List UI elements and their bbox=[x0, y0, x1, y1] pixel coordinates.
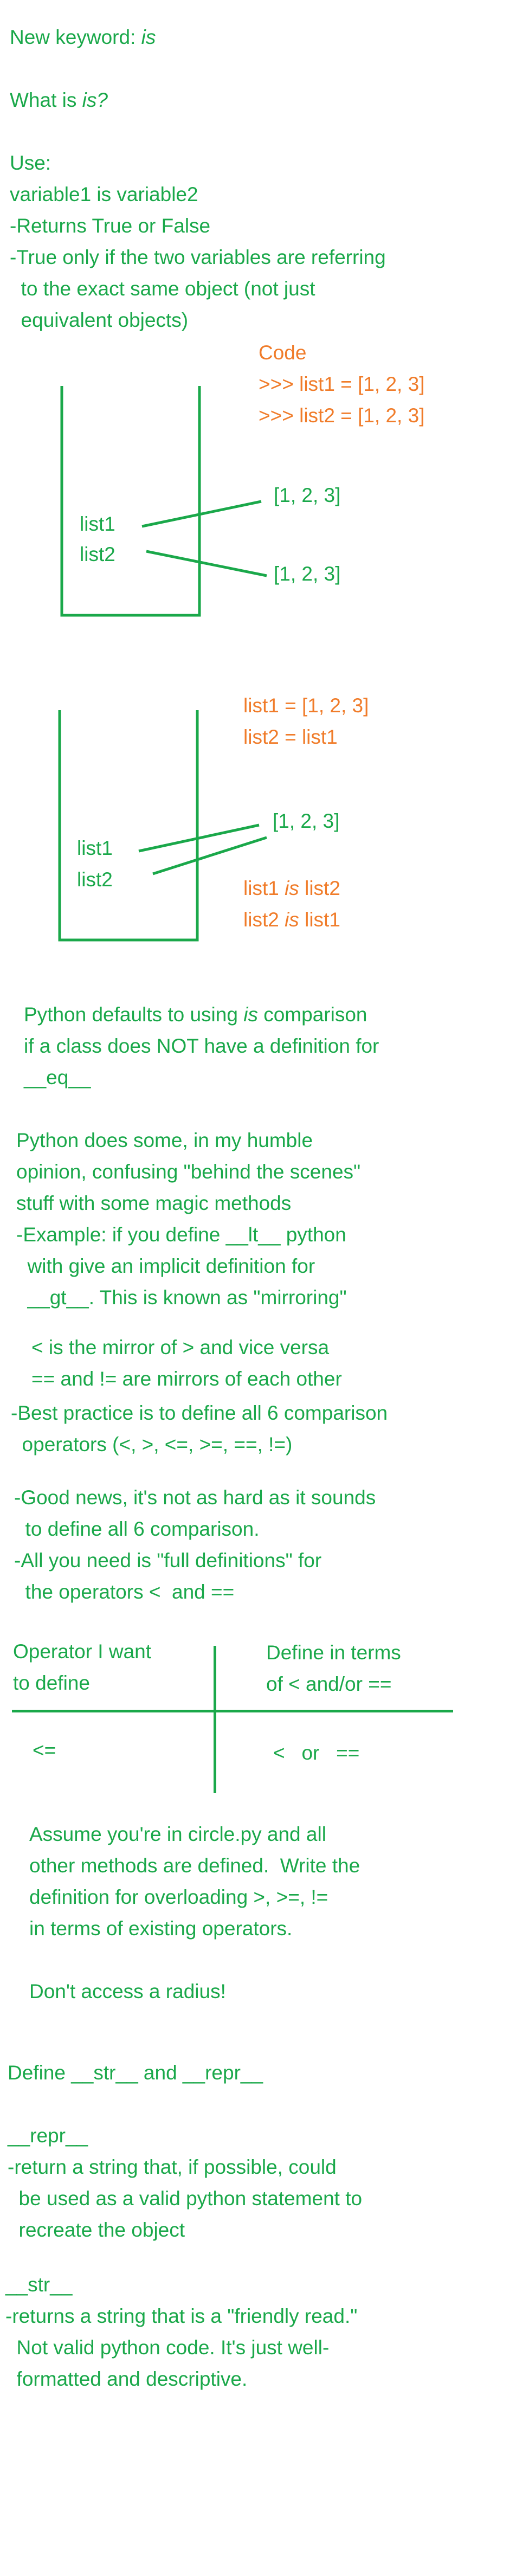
exercise-line: Assume you're in circle.py and all bbox=[29, 1823, 326, 1845]
mirror-line: < is the mirror of > and vice versa bbox=[31, 1336, 330, 1358]
repr-title: __repr__ bbox=[8, 2124, 88, 2147]
object-label: [1, 2, 3] bbox=[273, 810, 340, 832]
str-title: __str__ bbox=[5, 2274, 73, 2296]
magic-line: -Example: if you define __lt__ python bbox=[16, 1223, 346, 1246]
magic-line: opinion, confusing "behind the scenes" bbox=[16, 1161, 361, 1183]
variable-box bbox=[58, 710, 199, 942]
reference-arrow bbox=[138, 823, 260, 853]
repr-line: -return a string that, if possible, coul… bbox=[8, 2156, 337, 2178]
exercise-line: other methods are defined. Write the bbox=[29, 1854, 360, 1877]
table-header-right: Define in terms bbox=[266, 1641, 401, 1664]
str-line: Not valid python code. It's just well- bbox=[5, 2336, 330, 2359]
str-repr-heading: Define __str__ and __repr__ bbox=[8, 2062, 263, 2084]
exercise-line: in terms of existing operators. bbox=[29, 1917, 293, 1940]
table-column-divider bbox=[214, 1646, 216, 1793]
is-result-line: list1 is list2 bbox=[243, 877, 340, 899]
exercise-line: definition for overloading >, >=, != bbox=[29, 1886, 328, 1908]
good-news-line: -Good news, it's not as hard as it sound… bbox=[14, 1486, 376, 1509]
variable-label: list2 bbox=[77, 868, 113, 891]
best-practice-line: -Best practice is to define all 6 compar… bbox=[11, 1402, 388, 1424]
table-header-left: Operator I want bbox=[13, 1640, 152, 1663]
defaults-line: Python defaults to using is comparison bbox=[24, 1003, 367, 1026]
exercise-note: Don't access a radius! bbox=[29, 1980, 226, 2002]
mirror-line: == and != are mirrors of each other bbox=[31, 1368, 342, 1390]
repr-line: recreate the object bbox=[8, 2219, 185, 2241]
table-header-left: to define bbox=[13, 1672, 90, 1694]
table-header-divider bbox=[12, 1710, 453, 1712]
defaults-line: if a class does NOT have a definition fo… bbox=[24, 1035, 379, 1057]
table-cell-definition: < or == bbox=[273, 1742, 360, 1764]
table-cell-operator: <= bbox=[33, 1739, 56, 1761]
magic-line: Python does some, in my humble bbox=[16, 1129, 313, 1151]
repr-line: be used as a valid python statement to bbox=[8, 2187, 363, 2210]
best-practice-line: operators (<, >, <=, >=, ==, !=) bbox=[11, 1433, 293, 1456]
good-news-line: -All you need is "full definitions" for bbox=[14, 1549, 322, 1572]
magic-line: __gt__. This is known as "mirroring" bbox=[16, 1286, 347, 1309]
good-news-line: the operators < and == bbox=[14, 1581, 235, 1603]
is-result-line: list2 is list1 bbox=[243, 909, 340, 931]
str-line: -returns a string that is a "friendly re… bbox=[5, 2305, 358, 2327]
magic-line: stuff with some magic methods bbox=[16, 1192, 292, 1214]
variable-label: list1 bbox=[77, 837, 113, 859]
magic-line: with give an implicit definition for bbox=[16, 1255, 315, 1277]
defaults-line: __eq__ bbox=[24, 1066, 91, 1089]
str-line: formatted and descriptive. bbox=[5, 2368, 248, 2390]
good-news-line: to define all 6 comparison. bbox=[14, 1518, 260, 1540]
table-header-right: of < and/or == bbox=[266, 1673, 392, 1695]
